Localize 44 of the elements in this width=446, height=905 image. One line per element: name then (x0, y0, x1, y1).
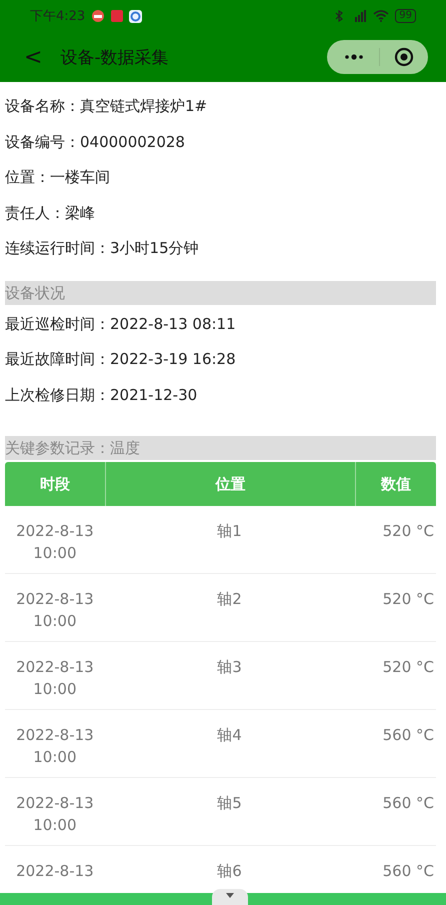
more-icon[interactable] (343, 53, 365, 61)
table-cell: 轴6 (217, 862, 242, 880)
app-notification-icon (91, 9, 106, 23)
bluetooth-icon (335, 10, 344, 22)
info-line: 设备名称：真空链式焊接炉1# (5, 96, 208, 117)
table-cell: 轴3 (217, 658, 242, 676)
table-cell: 2022-8-13 10:00 (16, 590, 94, 630)
table-cell: 轴4 (217, 726, 242, 744)
info-line: 位置：一楼车间 (5, 167, 111, 188)
section-header: 设备状况 (5, 280, 436, 304)
table-cell: 2022-8-13 10:00 (16, 726, 94, 766)
app-notification-icon (129, 10, 142, 22)
table-cell: 560 °C (382, 862, 434, 880)
caret-icon (226, 893, 234, 898)
info-line: 连续运行时间：3小时15分钟 (5, 238, 200, 259)
column-header: 位置 (106, 462, 356, 506)
table-cell: 520 °C (382, 658, 434, 676)
table-cell: 轴5 (217, 794, 242, 812)
page-title: 设备-数据采集 (60, 46, 169, 68)
section-header: 关键参数记录：温度 (5, 436, 436, 460)
table-cell: 560 °C (382, 794, 434, 812)
app-notification-icon (111, 10, 124, 22)
table-cell: 520 °C (382, 522, 434, 540)
status-time: 下午4:23 (30, 8, 86, 25)
battery-indicator: 99 (395, 9, 416, 23)
table-cell: 560 °C (382, 726, 434, 744)
info-line: 上次检修日期：2021-12-30 (5, 384, 198, 406)
table-cell: 2022-8-13 10:00 (16, 658, 94, 698)
column-header: 数值 (380, 474, 412, 495)
expand-tab[interactable] (212, 889, 248, 905)
info-line: 设备编号：04000002028 (5, 132, 186, 152)
info-line: 最近故障时间：2022-3-19 16:28 (5, 349, 237, 370)
table-cell: 2022-8-13 10:00 (16, 794, 94, 834)
table-cell: 520 °C (382, 590, 434, 608)
info-line: 责任人：梁峰 (5, 202, 96, 224)
table-cell: 2022-8-13 10:00 (16, 522, 94, 562)
wifi-icon (373, 10, 390, 22)
table-cell: 轴1 (217, 522, 242, 540)
column-header: 时段 (5, 462, 106, 506)
close-target-icon[interactable] (394, 47, 414, 67)
table-cell: 轴2 (217, 590, 242, 608)
back-button[interactable]: < (18, 44, 48, 70)
info-line: 最近巡检时间：2022-8-13 08:11 (5, 314, 237, 334)
table-cell: 2022-8-13 (16, 862, 94, 880)
